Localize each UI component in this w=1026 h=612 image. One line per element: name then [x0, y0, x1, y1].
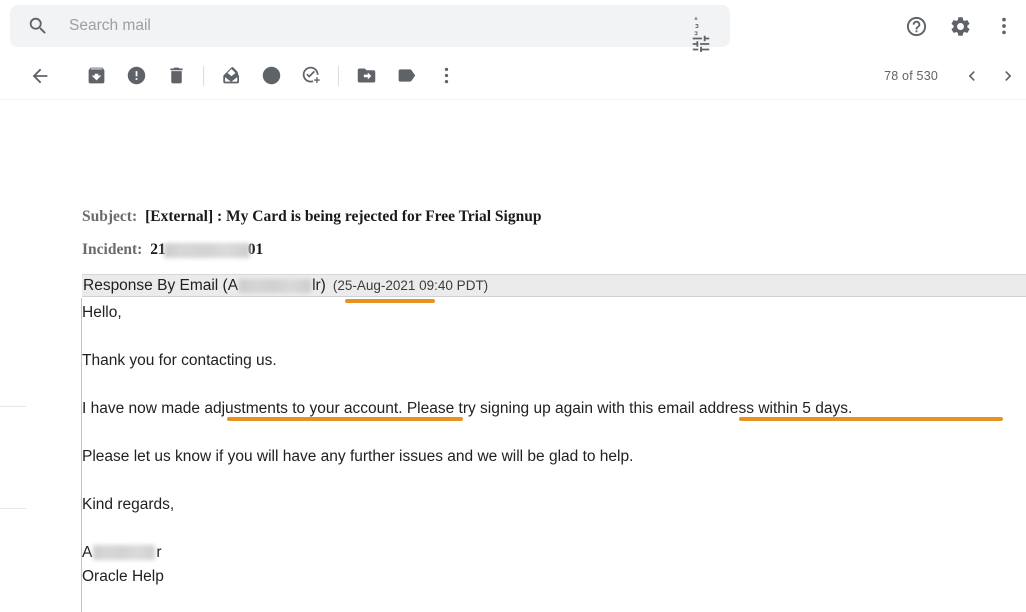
body-line-regards: Kind regards,: [82, 496, 175, 513]
snooze-button[interactable]: [251, 56, 291, 96]
subject-label: Subject:: [82, 208, 138, 225]
search-input[interactable]: [69, 17, 690, 35]
body-line-adjustments-d: this email address within 5 days.: [629, 400, 853, 417]
response-by-email-title-prefix: Response By Email (A: [83, 276, 239, 294]
body-line-issues: Please let us know if you will have any …: [82, 448, 634, 465]
message-body: Subject: [External] : My Card is being re…: [0, 100, 1026, 612]
older-button[interactable]: [954, 58, 990, 94]
search-icon[interactable]: [27, 15, 49, 37]
incident-value-suffix: 01: [247, 241, 264, 258]
body-line-hello: Hello,: [82, 304, 122, 321]
body-line-adjustments-c: Please try signing up again with: [402, 400, 630, 417]
toolbar-divider: [203, 65, 204, 86]
message-action-toolbar: 78 of 530: [0, 52, 1026, 100]
search-bar[interactable]: [10, 5, 730, 53]
add-to-tasks-button[interactable]: [291, 56, 331, 96]
move-to-button[interactable]: [346, 56, 386, 96]
body-line-adjustments-highlight: adjustments to your account.: [204, 400, 403, 417]
signature-org: Oracle Help: [82, 568, 164, 585]
mark-unread-button[interactable]: [211, 56, 251, 96]
subject-line: Subject: [External] : My Card is being re…: [82, 208, 541, 226]
pagination-count: 78 of 530: [884, 69, 938, 83]
incident-redaction-block: [163, 242, 250, 258]
response-by-email-header[interactable]: Response By Email (A lr) (25-Aug-2021 09:…: [82, 274, 1026, 297]
back-button[interactable]: [20, 56, 60, 96]
signature-name-suffix: r: [156, 544, 162, 561]
signature-redaction-block: [93, 545, 156, 561]
body-line-adjustments-a: I have now made: [82, 400, 205, 417]
incident-label: Incident:: [82, 241, 143, 258]
top-search-bar: [0, 0, 1026, 53]
labels-button[interactable]: [386, 56, 426, 96]
underline-adjustments: [227, 417, 463, 421]
header-action-group: [896, 0, 1026, 52]
report-spam-button[interactable]: [116, 56, 156, 96]
incident-line: Incident: 21 01: [82, 241, 263, 259]
apps-button[interactable]: [984, 6, 1024, 46]
response-by-email-date: (25-Aug-2021 09:40 PDT): [332, 278, 489, 293]
archive-button[interactable]: [76, 56, 116, 96]
more-options-button[interactable]: [426, 56, 466, 96]
tune-filter-icon[interactable]: [690, 15, 712, 53]
body-line-thanks: Thank you for contacting us.: [82, 352, 277, 369]
pagination-group: 78 of 530: [884, 52, 1026, 100]
toolbar-divider: [338, 65, 339, 86]
subject-value: [External] : My Card is being rejected f…: [145, 208, 542, 225]
newer-button[interactable]: [990, 58, 1026, 94]
response-sender-redaction-block: [239, 278, 312, 293]
underline-email-5-days: [739, 417, 1003, 421]
support-button[interactable]: [896, 6, 936, 46]
underline-response-date: [345, 299, 435, 303]
signature-name-prefix: A: [82, 544, 93, 561]
sidebar-rule-fragment: [0, 406, 26, 407]
body-line-adjustments: I have now made adjustments to your acco…: [82, 399, 852, 419]
response-by-email-title-suffix: lr): [312, 276, 326, 294]
signature-name: Ar: [82, 543, 162, 563]
sidebar-rule-fragment: [0, 508, 26, 509]
settings-button[interactable]: [940, 6, 980, 46]
delete-button[interactable]: [156, 56, 196, 96]
